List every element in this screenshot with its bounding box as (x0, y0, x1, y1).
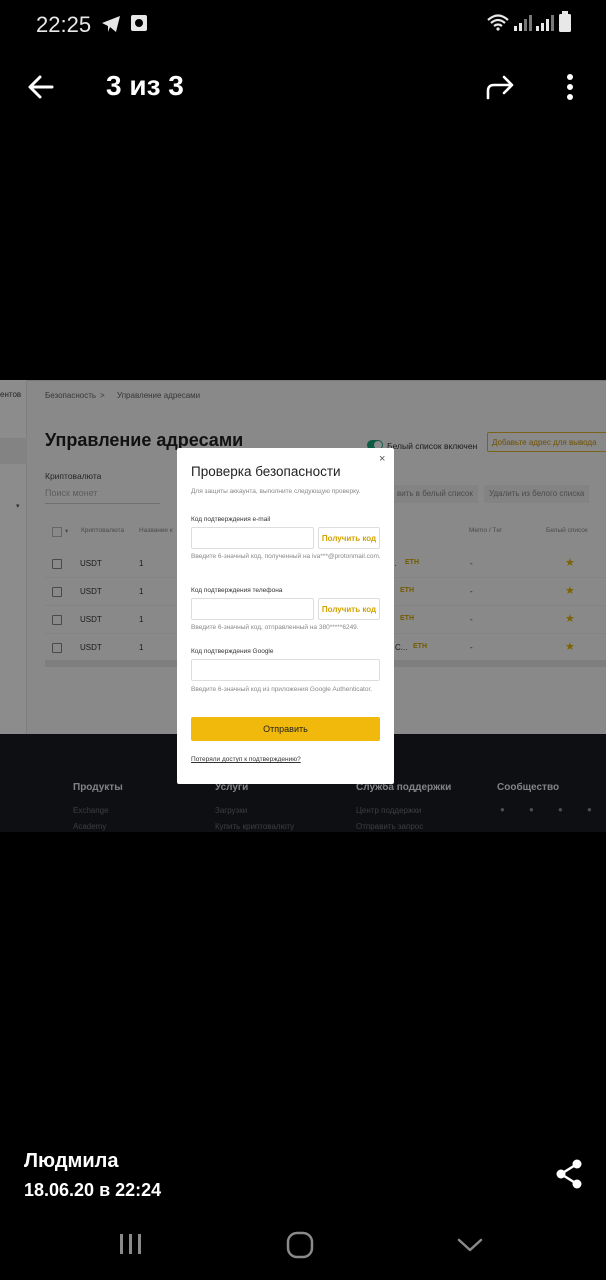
share-icon[interactable] (554, 1158, 584, 1190)
email-get-code-button: Получить код (318, 527, 380, 549)
image-counter: 3 из 3 (106, 70, 184, 101)
photo-viewer-image[interactable]: ентов ▾ Безопасность > Управление адреса… (0, 380, 606, 832)
status-time: 22:25 (36, 12, 92, 37)
google-code-input (191, 659, 380, 681)
phone-code-hint: Введите 6-значный код, отправленный на 3… (191, 624, 359, 631)
battery-icon (559, 11, 571, 32)
email-code-hint: Введите 6-значный код, полученный на iva… (191, 553, 381, 560)
signal-1-icon (514, 15, 532, 31)
more-options-icon[interactable] (562, 72, 578, 102)
email-code-input (191, 527, 314, 549)
phone-code-input (191, 598, 314, 620)
wifi-icon (487, 14, 509, 31)
phone-get-code-button: Получить код (318, 598, 380, 620)
sender-name: Людмила (24, 1150, 119, 1172)
modal-title: Проверка безопасности (191, 464, 341, 479)
recent-apps-icon[interactable] (118, 1232, 144, 1256)
back-arrow-icon[interactable] (26, 72, 56, 102)
modal-subtitle: Для защиты аккаунта, выполните следующую… (191, 488, 361, 495)
hide-keyboard-chevron-icon[interactable] (456, 1236, 484, 1254)
security-verification-modal: Проверка безопасности × Для защиты аккау… (177, 448, 394, 784)
home-icon[interactable] (286, 1231, 314, 1259)
forward-icon[interactable] (484, 72, 516, 102)
signal-2-icon (536, 15, 554, 31)
email-code-label: Код подтверждения e-mail (191, 516, 271, 523)
telegram-icon (102, 16, 120, 32)
phone-code-label: Код подтверждения телефона (191, 587, 283, 594)
close-icon: × (379, 453, 386, 465)
google-code-hint: Введите 6-значный код из приложения Goog… (191, 686, 373, 693)
submit-button: Отправить (191, 717, 380, 741)
sent-date: 18.06.20 в 22:24 (24, 1180, 162, 1200)
google-code-label: Код подтверждения Google (191, 648, 274, 655)
lost-access-link: Потеряли доступ к подтверждению? (191, 756, 301, 763)
notification-app-icon (131, 15, 147, 31)
